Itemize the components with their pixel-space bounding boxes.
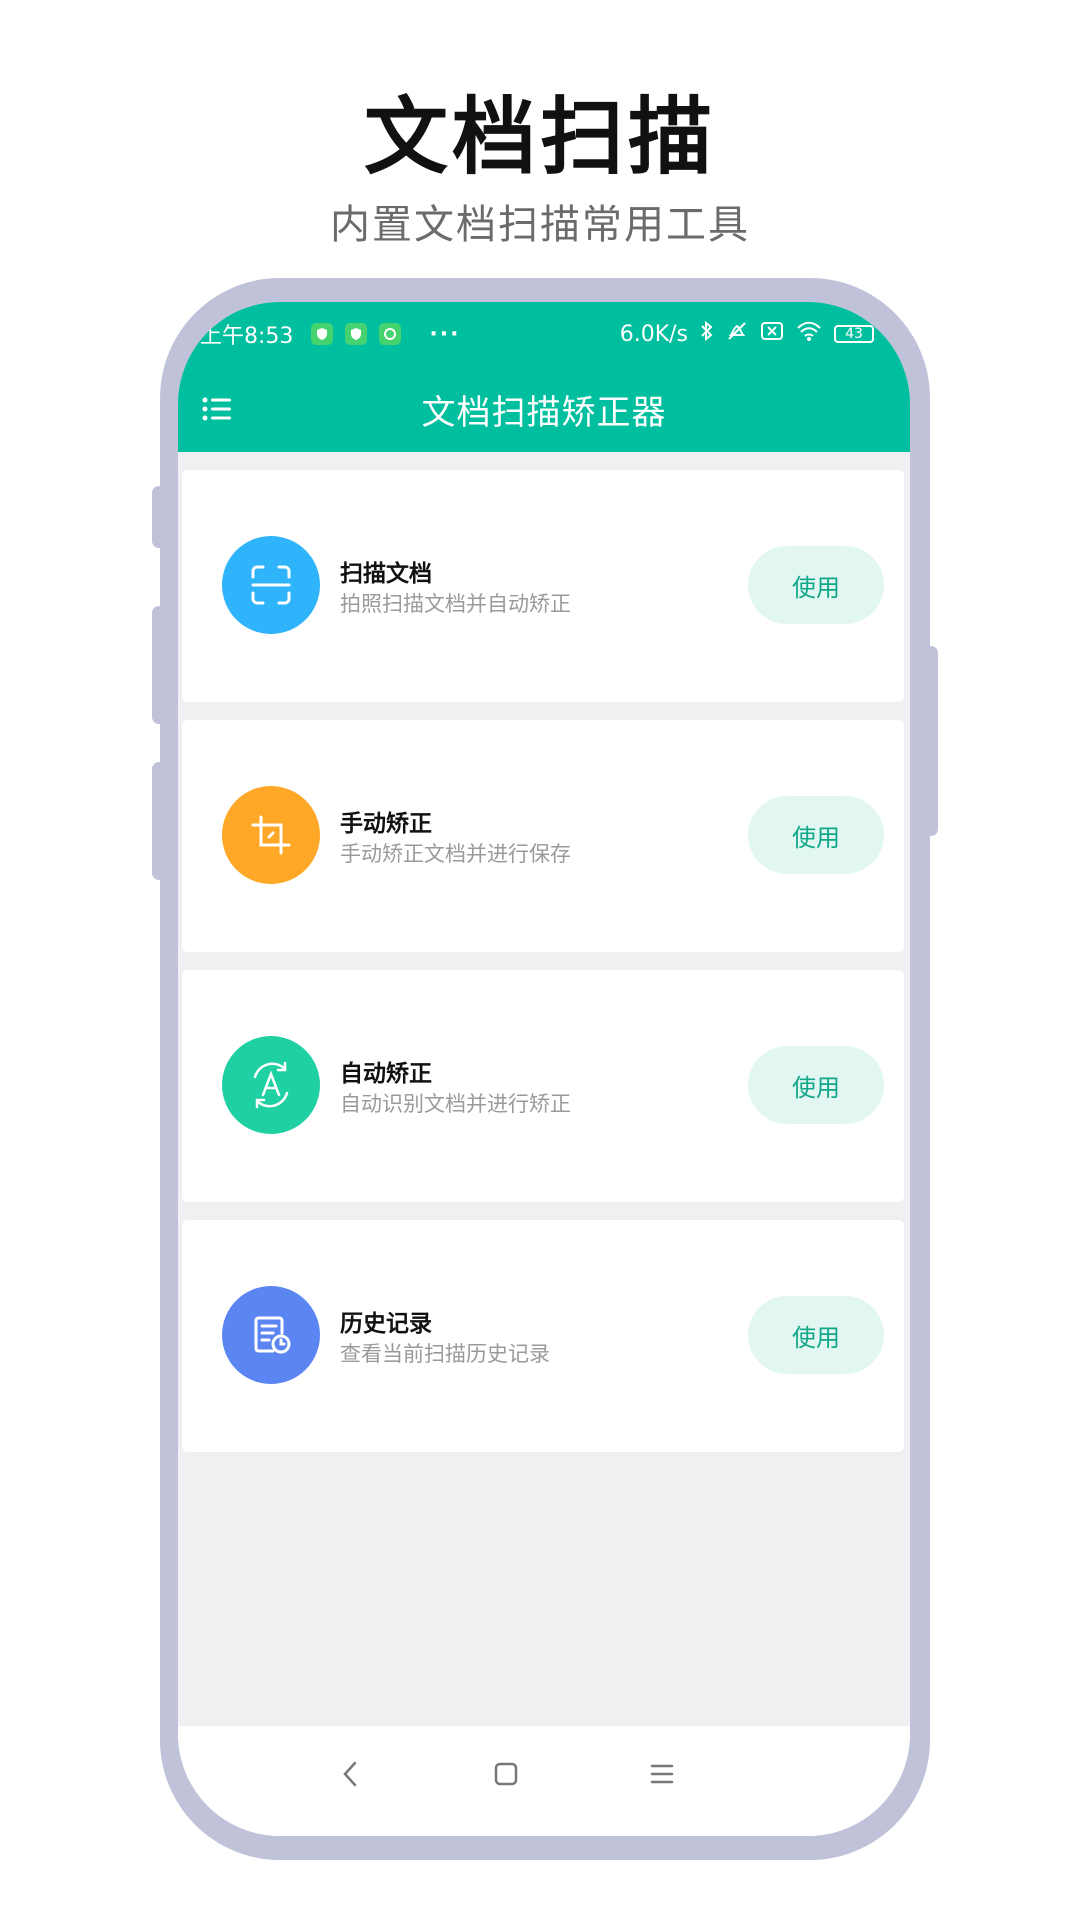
- feature-card-history[interactable]: 历史记录 查看当前扫描历史记录 使用: [182, 1220, 904, 1452]
- app-badge-icon: [379, 323, 402, 345]
- feature-title: 扫描文档: [340, 561, 432, 587]
- feature-desc: 手动矫正文档并进行保存: [340, 842, 571, 866]
- promo-title: 文档扫描: [363, 88, 716, 186]
- network-speed: 6.0K/s: [619, 321, 688, 347]
- phone-side-button: [152, 606, 166, 724]
- app-title: 文档扫描矫正器: [421, 392, 667, 433]
- back-icon[interactable]: [320, 1744, 380, 1804]
- auto-rotate-icon: [222, 1036, 320, 1134]
- feature-desc: 拍照扫描文档并自动矫正: [340, 592, 571, 616]
- phone-power-button: [924, 646, 938, 836]
- home-icon[interactable]: [476, 1744, 536, 1804]
- status-time: 上午8:53: [200, 324, 294, 349]
- shield-icon: [311, 323, 334, 345]
- history-doc-icon: [222, 1286, 320, 1384]
- bluetooth-icon: [700, 320, 714, 348]
- charging-icon: [886, 321, 896, 347]
- status-bar: 上午8:53 ··· 6.0K/s 43: [200, 316, 896, 352]
- feature-desc: 自动识别文档并进行矫正: [340, 1092, 571, 1116]
- feature-card-auto-correct[interactable]: 自动矫正 自动识别文档并进行矫正 使用: [182, 970, 904, 1202]
- recents-icon[interactable]: [632, 1744, 692, 1804]
- wifi-icon: [796, 321, 822, 347]
- feature-title: 手动矫正: [340, 811, 432, 837]
- battery-icon: 43: [834, 325, 874, 343]
- use-button-auto-correct[interactable]: 使用: [748, 1046, 884, 1124]
- use-button-scan[interactable]: 使用: [748, 546, 884, 624]
- feature-card-manual-correct[interactable]: 手动矫正 手动矫正文档并进行保存 使用: [182, 720, 904, 952]
- promo-subtitle: 内置文档扫描常用工具: [330, 202, 750, 248]
- mute-icon: [726, 320, 748, 348]
- more-dots-icon: ···: [429, 321, 461, 347]
- use-button-history[interactable]: 使用: [748, 1296, 884, 1374]
- shield-icon: [345, 323, 368, 345]
- scan-frame-icon: [222, 536, 320, 634]
- use-button-manual-correct[interactable]: 使用: [748, 796, 884, 874]
- phone-side-button: [152, 486, 166, 548]
- app-bar: 文档扫描矫正器: [178, 374, 910, 444]
- sim-icon: [760, 321, 784, 347]
- feature-card-scan[interactable]: 扫描文档 拍照扫描文档并自动矫正 使用: [182, 470, 904, 702]
- feature-title: 自动矫正: [340, 1061, 432, 1087]
- phone-side-button: [152, 762, 166, 880]
- phone-screen: 上午8:53 ··· 6.0K/s 43 文档扫描矫正器 扫描文档 拍照扫描文档…: [178, 302, 910, 1836]
- status-right: 6.0K/s 43: [620, 320, 896, 348]
- system-nav-bar: [178, 1726, 910, 1836]
- feature-title: 历史记录: [340, 1311, 432, 1337]
- crop-icon: [222, 786, 320, 884]
- list-menu-icon[interactable]: [194, 386, 240, 432]
- feature-desc: 查看当前扫描历史记录: [340, 1342, 550, 1366]
- top-bar: 上午8:53 ··· 6.0K/s 43 文档扫描矫正器: [178, 302, 910, 452]
